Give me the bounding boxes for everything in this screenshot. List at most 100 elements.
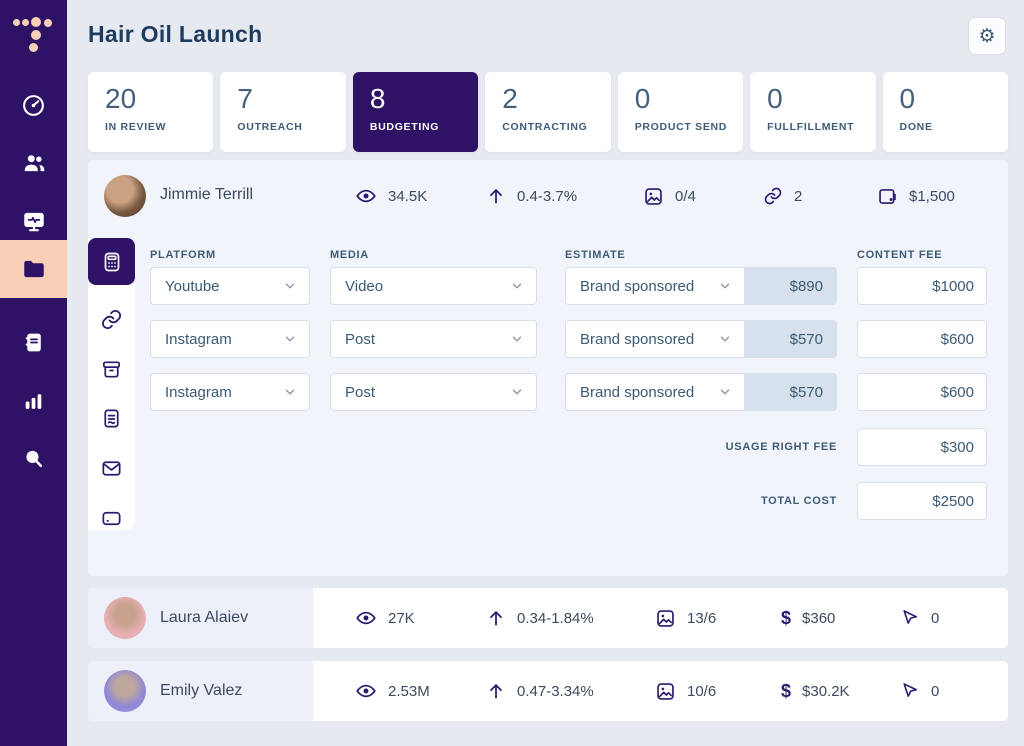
mail-icon	[100, 457, 123, 480]
stat-value: 27K	[388, 610, 415, 627]
sidebar-item-contacts[interactable]	[0, 142, 67, 184]
dollar-icon: $	[781, 681, 791, 702]
archive-icon	[100, 358, 123, 381]
stat-value: 2	[794, 188, 802, 205]
cursor-icon	[900, 681, 920, 701]
sidebar-item-reports[interactable]	[0, 379, 67, 421]
stage-count: 7	[237, 84, 345, 115]
stat-spend: $ $30.2K	[781, 661, 850, 721]
image-icon	[655, 608, 676, 629]
content-fee-input[interactable]: $600	[857, 373, 987, 411]
search-icon	[21, 446, 46, 471]
media-select[interactable]: Post	[330, 320, 537, 358]
influencer-row[interactable]: Laura Alaiev 27K 0.34-1.84% 13/6 $ $360 …	[88, 588, 1008, 648]
sidebar-item-analytics[interactable]	[0, 200, 67, 242]
monitor-activity-icon	[21, 208, 47, 234]
budgeting-card: Jimmie Terrill 34.5K 0.4-3.7% 0/4 2 $1,5…	[88, 160, 1008, 576]
sidebar-item-campaigns[interactable]	[0, 240, 67, 298]
chevron-down-icon	[718, 385, 732, 399]
tab-outreach[interactable]: 7 OUTREACH	[220, 72, 345, 152]
influencer-name: Jimmie Terrill	[160, 186, 253, 204]
sidebar-item-notes[interactable]	[0, 321, 67, 363]
platform-select[interactable]: Youtube	[150, 267, 310, 305]
stat-engagement: 0.47-3.34%	[486, 661, 594, 721]
total-cost-label: TOTAL COST	[657, 495, 837, 507]
column-label-estimate: ESTIMATE	[565, 249, 625, 261]
speedometer-icon	[21, 93, 46, 118]
influencer-header-row[interactable]: Jimmie Terrill 34.5K 0.4-3.7% 0/4 2 $1,5…	[88, 160, 1008, 232]
stat-views: 34.5K	[355, 160, 427, 232]
estimate-amount: $570	[745, 373, 837, 411]
stat-views: 2.53M	[355, 661, 430, 721]
total-cost-input[interactable]: $2500	[857, 482, 987, 520]
stat-engagement: 0.34-1.84%	[486, 588, 594, 648]
chevron-down-icon	[283, 385, 297, 399]
tool-payments[interactable]	[88, 495, 135, 542]
tab-budgeting[interactable]: 8 BUDGETING	[353, 72, 478, 152]
avatar	[104, 597, 146, 639]
tool-links[interactable]	[88, 296, 135, 343]
link-icon	[100, 308, 123, 331]
tab-done[interactable]: 0 DONE	[883, 72, 1008, 152]
stat-value: 0/4	[675, 188, 696, 205]
tab-in-review[interactable]: 20 IN REVIEW	[88, 72, 213, 152]
cursor-icon	[900, 608, 920, 628]
dollar-icon: $	[781, 608, 791, 629]
tab-fullfillment[interactable]: 0 FULLFILLMENT	[750, 72, 875, 152]
stat-clicks: 0	[900, 661, 939, 721]
notebook-icon	[21, 330, 46, 355]
sidebar-item-dashboard[interactable]	[0, 84, 67, 126]
tool-documents[interactable]	[88, 395, 135, 442]
chevron-down-icon	[510, 279, 524, 293]
content-fee-input[interactable]: $1000	[857, 267, 987, 305]
image-icon	[655, 681, 676, 702]
eye-icon	[355, 185, 377, 207]
trend-up-icon	[486, 186, 506, 206]
stat-value: 2.53M	[388, 683, 430, 700]
gear-icon: ⚙	[978, 25, 995, 48]
credit-card-icon	[100, 507, 123, 530]
media-select[interactable]: Post	[330, 373, 537, 411]
content-fee-input[interactable]: $600	[857, 320, 987, 358]
estimate-select[interactable]: Brand sponsored	[565, 373, 745, 411]
avatar	[104, 175, 146, 217]
avatar	[104, 670, 146, 712]
eye-icon	[355, 607, 377, 629]
estimate-select[interactable]: Brand sponsored	[565, 267, 745, 305]
calculator-icon	[100, 250, 124, 274]
stage-count: 8	[370, 84, 478, 115]
platform-select[interactable]: Instagram	[150, 373, 310, 411]
chevron-down-icon	[283, 279, 297, 293]
tool-archive[interactable]	[88, 346, 135, 393]
media-select[interactable]: Video	[330, 267, 537, 305]
chevron-down-icon	[718, 332, 732, 346]
chevron-down-icon	[510, 385, 524, 399]
tab-product-send[interactable]: 0 PRODUCT SEND	[618, 72, 743, 152]
column-label-platform: PLATFORM	[150, 249, 216, 261]
tool-mail[interactable]	[88, 445, 135, 492]
influencer-name: Laura Alaiev	[160, 609, 248, 627]
tab-contracting[interactable]: 2 CONTRACTING	[485, 72, 610, 152]
stat-value: 0.4-3.7%	[517, 188, 577, 205]
platform-value: Youtube	[165, 278, 220, 295]
stat-spend: $ $360	[781, 588, 835, 648]
influencer-row[interactable]: Emily Valez 2.53M 0.47-3.34% 10/6 $ $30.…	[88, 661, 1008, 721]
sidebar	[0, 0, 67, 746]
stage-count: 2	[502, 84, 610, 115]
stage-count: 0	[635, 84, 743, 115]
tool-calculator[interactable]	[88, 238, 135, 285]
estimate-amount: $890	[745, 267, 837, 305]
stat-content: 0/4	[643, 160, 696, 232]
app-logo-t-dots[interactable]	[10, 10, 56, 56]
platform-select[interactable]: Instagram	[150, 320, 310, 358]
users-icon	[21, 150, 47, 176]
settings-button[interactable]: ⚙	[968, 17, 1006, 55]
pipeline-stage-tabs: 20 IN REVIEW 7 OUTREACH 8 BUDGETING 2 CO…	[88, 72, 1008, 152]
sidebar-item-search[interactable]	[0, 437, 67, 479]
media-value: Video	[345, 278, 383, 295]
stat-value: 13/6	[687, 610, 716, 627]
estimate-select[interactable]: Brand sponsored	[565, 320, 745, 358]
usage-right-fee-input[interactable]: $300	[857, 428, 987, 466]
budget-tool-rail	[88, 238, 135, 530]
influencer-name: Emily Valez	[160, 682, 242, 700]
